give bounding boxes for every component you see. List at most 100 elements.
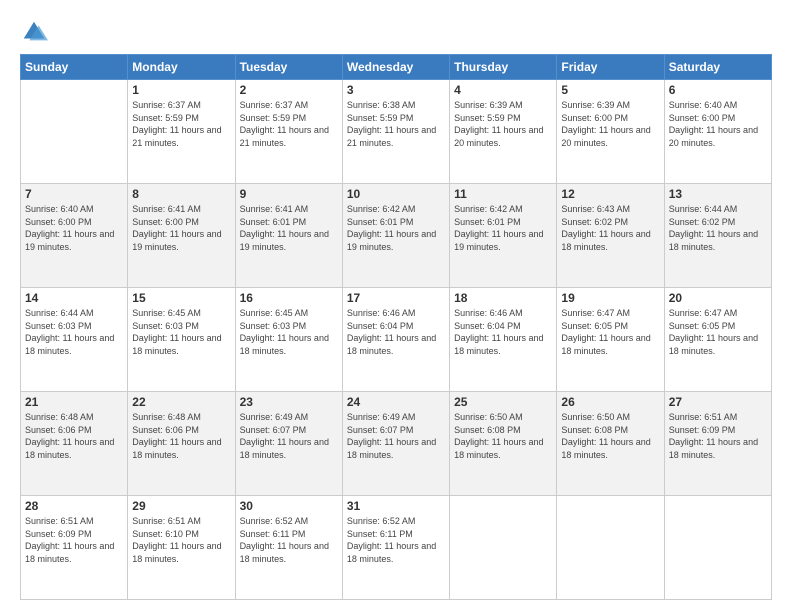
calendar-cell: 27 Sunrise: 6:51 AMSunset: 6:09 PMDaylig… xyxy=(664,392,771,496)
day-info: Sunrise: 6:40 AMSunset: 6:00 PMDaylight:… xyxy=(669,100,758,148)
calendar-cell: 25 Sunrise: 6:50 AMSunset: 6:08 PMDaylig… xyxy=(450,392,557,496)
day-info: Sunrise: 6:45 AMSunset: 6:03 PMDaylight:… xyxy=(132,308,221,356)
day-info: Sunrise: 6:50 AMSunset: 6:08 PMDaylight:… xyxy=(561,412,650,460)
day-number: 28 xyxy=(25,499,123,513)
day-number: 17 xyxy=(347,291,445,305)
day-number: 25 xyxy=(454,395,552,409)
header xyxy=(20,18,772,46)
day-info: Sunrise: 6:41 AMSunset: 6:01 PMDaylight:… xyxy=(240,204,329,252)
day-number: 14 xyxy=(25,291,123,305)
calendar-cell: 23 Sunrise: 6:49 AMSunset: 6:07 PMDaylig… xyxy=(235,392,342,496)
day-number: 4 xyxy=(454,83,552,97)
weekday-header: Wednesday xyxy=(342,55,449,80)
day-info: Sunrise: 6:47 AMSunset: 6:05 PMDaylight:… xyxy=(669,308,758,356)
page: SundayMondayTuesdayWednesdayThursdayFrid… xyxy=(0,0,792,612)
day-info: Sunrise: 6:44 AMSunset: 6:02 PMDaylight:… xyxy=(669,204,758,252)
day-number: 29 xyxy=(132,499,230,513)
calendar-cell: 10 Sunrise: 6:42 AMSunset: 6:01 PMDaylig… xyxy=(342,184,449,288)
calendar-week-row: 21 Sunrise: 6:48 AMSunset: 6:06 PMDaylig… xyxy=(21,392,772,496)
calendar-cell xyxy=(557,496,664,600)
day-info: Sunrise: 6:46 AMSunset: 6:04 PMDaylight:… xyxy=(454,308,543,356)
calendar-cell: 3 Sunrise: 6:38 AMSunset: 5:59 PMDayligh… xyxy=(342,80,449,184)
calendar-cell: 20 Sunrise: 6:47 AMSunset: 6:05 PMDaylig… xyxy=(664,288,771,392)
day-info: Sunrise: 6:39 AMSunset: 6:00 PMDaylight:… xyxy=(561,100,650,148)
day-number: 22 xyxy=(132,395,230,409)
day-info: Sunrise: 6:52 AMSunset: 6:11 PMDaylight:… xyxy=(240,516,329,564)
calendar-cell: 13 Sunrise: 6:44 AMSunset: 6:02 PMDaylig… xyxy=(664,184,771,288)
calendar-week-row: 14 Sunrise: 6:44 AMSunset: 6:03 PMDaylig… xyxy=(21,288,772,392)
day-info: Sunrise: 6:49 AMSunset: 6:07 PMDaylight:… xyxy=(347,412,436,460)
day-number: 2 xyxy=(240,83,338,97)
calendar-cell: 14 Sunrise: 6:44 AMSunset: 6:03 PMDaylig… xyxy=(21,288,128,392)
calendar-cell xyxy=(450,496,557,600)
day-number: 7 xyxy=(25,187,123,201)
day-number: 5 xyxy=(561,83,659,97)
calendar-cell: 22 Sunrise: 6:48 AMSunset: 6:06 PMDaylig… xyxy=(128,392,235,496)
weekday-header: Tuesday xyxy=(235,55,342,80)
day-number: 30 xyxy=(240,499,338,513)
day-number: 21 xyxy=(25,395,123,409)
day-number: 11 xyxy=(454,187,552,201)
day-info: Sunrise: 6:38 AMSunset: 5:59 PMDaylight:… xyxy=(347,100,436,148)
weekday-header: Sunday xyxy=(21,55,128,80)
day-number: 10 xyxy=(347,187,445,201)
calendar-cell: 16 Sunrise: 6:45 AMSunset: 6:03 PMDaylig… xyxy=(235,288,342,392)
day-info: Sunrise: 6:43 AMSunset: 6:02 PMDaylight:… xyxy=(561,204,650,252)
day-info: Sunrise: 6:44 AMSunset: 6:03 PMDaylight:… xyxy=(25,308,114,356)
day-number: 9 xyxy=(240,187,338,201)
calendar-cell: 4 Sunrise: 6:39 AMSunset: 5:59 PMDayligh… xyxy=(450,80,557,184)
day-number: 27 xyxy=(669,395,767,409)
day-info: Sunrise: 6:51 AMSunset: 6:09 PMDaylight:… xyxy=(669,412,758,460)
calendar-cell: 11 Sunrise: 6:42 AMSunset: 6:01 PMDaylig… xyxy=(450,184,557,288)
calendar-cell: 15 Sunrise: 6:45 AMSunset: 6:03 PMDaylig… xyxy=(128,288,235,392)
day-info: Sunrise: 6:51 AMSunset: 6:10 PMDaylight:… xyxy=(132,516,221,564)
day-info: Sunrise: 6:40 AMSunset: 6:00 PMDaylight:… xyxy=(25,204,114,252)
day-info: Sunrise: 6:52 AMSunset: 6:11 PMDaylight:… xyxy=(347,516,436,564)
calendar-cell: 21 Sunrise: 6:48 AMSunset: 6:06 PMDaylig… xyxy=(21,392,128,496)
day-number: 16 xyxy=(240,291,338,305)
day-info: Sunrise: 6:42 AMSunset: 6:01 PMDaylight:… xyxy=(347,204,436,252)
day-number: 31 xyxy=(347,499,445,513)
day-info: Sunrise: 6:51 AMSunset: 6:09 PMDaylight:… xyxy=(25,516,114,564)
calendar-cell xyxy=(21,80,128,184)
day-info: Sunrise: 6:46 AMSunset: 6:04 PMDaylight:… xyxy=(347,308,436,356)
day-info: Sunrise: 6:48 AMSunset: 6:06 PMDaylight:… xyxy=(132,412,221,460)
day-info: Sunrise: 6:49 AMSunset: 6:07 PMDaylight:… xyxy=(240,412,329,460)
day-info: Sunrise: 6:37 AMSunset: 5:59 PMDaylight:… xyxy=(132,100,221,148)
calendar-header-row: SundayMondayTuesdayWednesdayThursdayFrid… xyxy=(21,55,772,80)
day-info: Sunrise: 6:47 AMSunset: 6:05 PMDaylight:… xyxy=(561,308,650,356)
day-number: 15 xyxy=(132,291,230,305)
calendar-cell: 26 Sunrise: 6:50 AMSunset: 6:08 PMDaylig… xyxy=(557,392,664,496)
calendar-cell: 18 Sunrise: 6:46 AMSunset: 6:04 PMDaylig… xyxy=(450,288,557,392)
calendar-cell: 5 Sunrise: 6:39 AMSunset: 6:00 PMDayligh… xyxy=(557,80,664,184)
day-number: 19 xyxy=(561,291,659,305)
calendar-cell: 8 Sunrise: 6:41 AMSunset: 6:00 PMDayligh… xyxy=(128,184,235,288)
day-number: 18 xyxy=(454,291,552,305)
day-number: 1 xyxy=(132,83,230,97)
calendar-cell: 7 Sunrise: 6:40 AMSunset: 6:00 PMDayligh… xyxy=(21,184,128,288)
calendar-cell: 2 Sunrise: 6:37 AMSunset: 5:59 PMDayligh… xyxy=(235,80,342,184)
calendar-table: SundayMondayTuesdayWednesdayThursdayFrid… xyxy=(20,54,772,600)
logo-icon xyxy=(20,18,48,46)
day-info: Sunrise: 6:48 AMSunset: 6:06 PMDaylight:… xyxy=(25,412,114,460)
logo xyxy=(20,18,52,46)
calendar-cell: 9 Sunrise: 6:41 AMSunset: 6:01 PMDayligh… xyxy=(235,184,342,288)
day-info: Sunrise: 6:42 AMSunset: 6:01 PMDaylight:… xyxy=(454,204,543,252)
calendar-week-row: 1 Sunrise: 6:37 AMSunset: 5:59 PMDayligh… xyxy=(21,80,772,184)
calendar-week-row: 7 Sunrise: 6:40 AMSunset: 6:00 PMDayligh… xyxy=(21,184,772,288)
day-number: 3 xyxy=(347,83,445,97)
calendar-cell: 24 Sunrise: 6:49 AMSunset: 6:07 PMDaylig… xyxy=(342,392,449,496)
calendar-cell: 31 Sunrise: 6:52 AMSunset: 6:11 PMDaylig… xyxy=(342,496,449,600)
day-info: Sunrise: 6:41 AMSunset: 6:00 PMDaylight:… xyxy=(132,204,221,252)
day-number: 23 xyxy=(240,395,338,409)
weekday-header: Monday xyxy=(128,55,235,80)
day-number: 13 xyxy=(669,187,767,201)
day-number: 12 xyxy=(561,187,659,201)
calendar-cell: 28 Sunrise: 6:51 AMSunset: 6:09 PMDaylig… xyxy=(21,496,128,600)
weekday-header: Friday xyxy=(557,55,664,80)
day-info: Sunrise: 6:45 AMSunset: 6:03 PMDaylight:… xyxy=(240,308,329,356)
calendar-cell: 6 Sunrise: 6:40 AMSunset: 6:00 PMDayligh… xyxy=(664,80,771,184)
calendar-cell: 12 Sunrise: 6:43 AMSunset: 6:02 PMDaylig… xyxy=(557,184,664,288)
day-number: 6 xyxy=(669,83,767,97)
calendar-cell xyxy=(664,496,771,600)
